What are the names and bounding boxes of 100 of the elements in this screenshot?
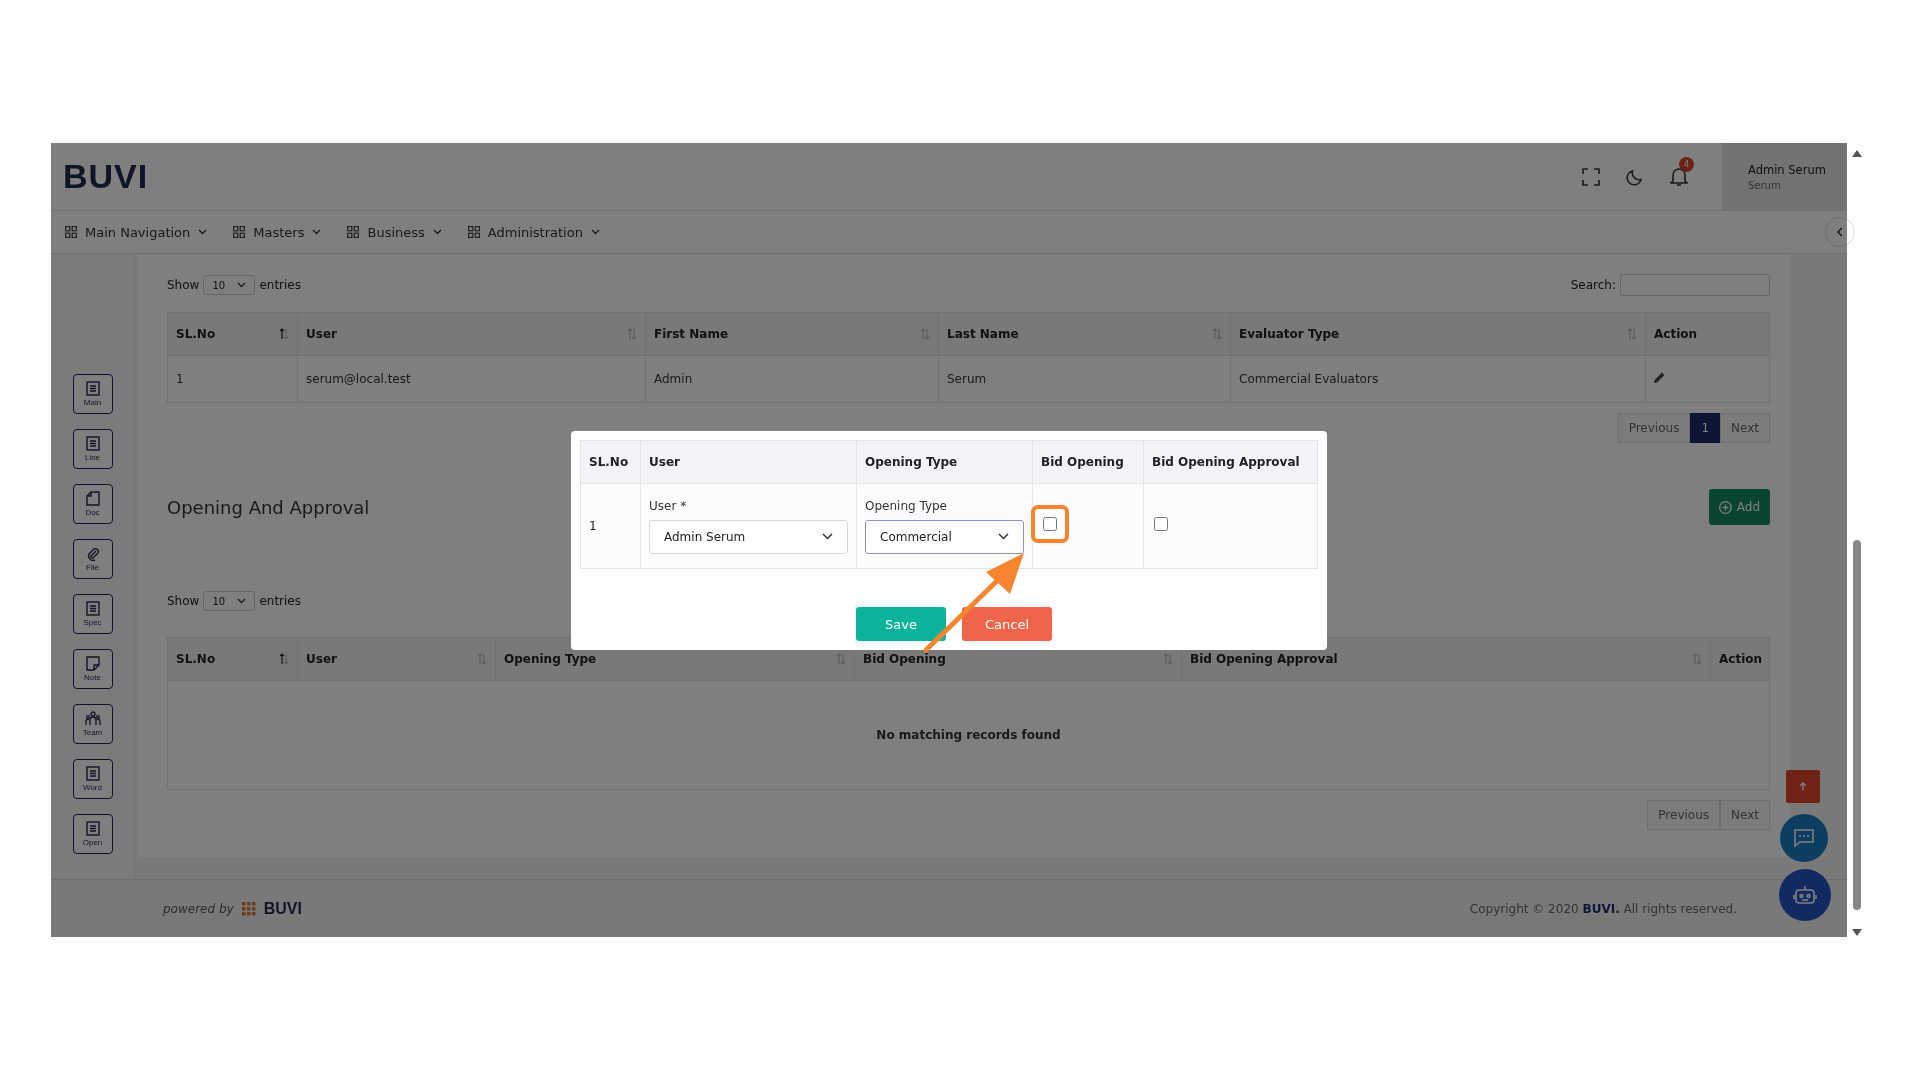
grid-icon [233, 226, 246, 238]
robot-icon [1793, 884, 1817, 906]
search-field[interactable] [1620, 274, 1770, 296]
paperclip-icon [85, 546, 100, 561]
chevron-down-icon [237, 598, 247, 604]
column-header: Action [1710, 637, 1770, 681]
sidebar-button[interactable]: Doc [72, 484, 113, 524]
chevron-down-icon [432, 229, 442, 235]
sidebar-button[interactable]: Open [72, 814, 113, 854]
sidebar-button[interactable]: Spec [72, 594, 113, 634]
section-title: Opening And Approval [167, 496, 370, 518]
chat-button[interactable] [1780, 814, 1828, 862]
column-header[interactable]: User [297, 312, 646, 356]
table-cell: 1 [580, 483, 641, 569]
nav-menu-item[interactable]: Masters [253, 224, 305, 240]
user-role: Serum [1748, 179, 1782, 191]
copyright-text: Copyright © 2020 BUVI. All rights reserved. [1469, 901, 1737, 916]
table-cell: 1 [167, 355, 298, 403]
page-button[interactable]: 1 [1690, 413, 1721, 443]
table-cell: Serum [938, 355, 1231, 403]
field-label: User * [649, 498, 688, 513]
document-icon [85, 601, 100, 616]
logo: BUVI [63, 157, 149, 196]
entries-label: entries [259, 278, 301, 292]
column-header[interactable]: Evaluator Type [1230, 312, 1646, 356]
chatbot-button[interactable] [1779, 869, 1831, 921]
scrollbar-thumb[interactable] [1853, 540, 1861, 910]
plus-circle-icon [1718, 500, 1732, 514]
moon-icon[interactable] [1626, 167, 1644, 186]
sidebar-button[interactable]: Team [72, 704, 113, 744]
next-button[interactable]: Next [1720, 800, 1770, 830]
page-size-select[interactable]: 10 [203, 591, 256, 611]
scroll-down-icon[interactable] [1852, 929, 1862, 936]
scroll-up-icon[interactable] [1852, 150, 1862, 157]
save-button[interactable]: Save [856, 607, 946, 641]
chat-bubble-icon [1794, 829, 1814, 847]
column-header[interactable]: Last Name [938, 312, 1231, 356]
previous-button[interactable]: Previous [1617, 413, 1691, 443]
bell-icon[interactable] [1670, 166, 1688, 187]
next-button[interactable]: Next [1720, 413, 1770, 443]
table-cell: Commercial Evaluators [1230, 355, 1646, 403]
column-header: Opening Type [856, 440, 1033, 484]
user-select[interactable]: Admin Serum [649, 519, 848, 554]
opening-type-select[interactable]: Commercial [865, 519, 1024, 554]
people-icon [84, 711, 101, 726]
column-header[interactable]: First Name [645, 312, 939, 356]
nav-menu-item[interactable]: Main Navigation [85, 224, 191, 240]
chevron-down-icon [237, 282, 247, 288]
column-header[interactable]: SL.No [167, 637, 298, 681]
grid-icon [467, 226, 480, 238]
add-button[interactable]: Add [1708, 489, 1770, 525]
note-icon [85, 656, 100, 671]
column-header: User [640, 440, 857, 484]
empty-message: No matching records found [876, 728, 1061, 742]
chevron-left-icon [1836, 227, 1844, 237]
column-header[interactable]: Bid Opening Approval [1181, 637, 1711, 681]
column-header: Bid Opening [1032, 440, 1144, 484]
column-header: Bid Opening Approval [1143, 440, 1318, 484]
page-size-select[interactable]: 10 [203, 275, 256, 295]
sidebar-button[interactable]: Word [72, 759, 113, 799]
bid-opening-checkbox[interactable] [1043, 517, 1057, 531]
chevron-down-icon [198, 229, 208, 235]
column-header: Action [1645, 312, 1770, 356]
column-header[interactable]: SL.No [167, 312, 298, 356]
chevron-down-icon [998, 533, 1009, 540]
previous-button[interactable]: Previous [1647, 800, 1721, 830]
nav-menu-item[interactable]: Business [367, 224, 425, 240]
page-icon [85, 491, 100, 506]
show-label: Show [167, 594, 200, 608]
chevron-down-icon [590, 229, 600, 235]
document-icon [85, 766, 100, 781]
column-header[interactable]: User [297, 637, 496, 681]
sidebar-button[interactable]: File [72, 539, 113, 579]
search-label: Search: [1570, 278, 1616, 292]
entries-label: entries [259, 594, 301, 608]
pencil-icon[interactable] [1654, 372, 1665, 383]
nav-menu-item[interactable]: Administration [487, 224, 583, 240]
sidebar-button[interactable]: Line [72, 429, 113, 469]
grid-icon [65, 226, 77, 238]
show-label: Show [167, 278, 200, 292]
document-icon [85, 821, 100, 836]
grid-icon [347, 226, 360, 238]
sidebar-button[interactable]: Note [72, 649, 113, 689]
document-icon [85, 381, 100, 396]
footer-logo: BUVI [263, 899, 302, 918]
chevron-down-icon [312, 229, 322, 235]
fullscreen-icon[interactable] [1582, 167, 1600, 186]
collapse-button[interactable] [1825, 217, 1855, 247]
powered-by-label: powered by [163, 901, 234, 916]
table-cell: Admin [645, 355, 939, 403]
user-name[interactable]: Admin Serum [1748, 162, 1847, 177]
column-header: SL.No [580, 440, 641, 484]
document-icon [85, 436, 100, 451]
arrow-up-icon [1799, 782, 1807, 791]
cancel-button[interactable]: Cancel [962, 607, 1052, 641]
notification-badge: 4 [1679, 156, 1694, 172]
bid-opening-approval-checkbox[interactable] [1154, 517, 1168, 531]
table-cell: serum@local.test [297, 355, 646, 403]
chevron-down-icon [822, 533, 833, 540]
sidebar-button[interactable]: Main [72, 374, 113, 414]
